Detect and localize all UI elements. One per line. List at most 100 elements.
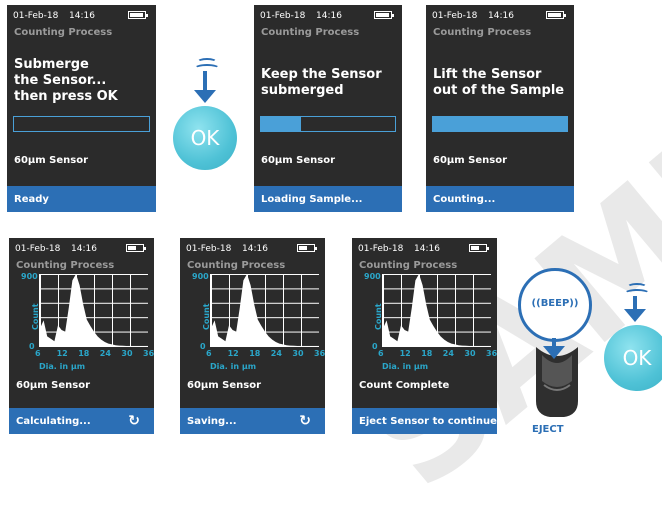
x-tick-label: 6 [206, 349, 212, 358]
screen-count-complete: 01-Feb-18 14:16 Counting Process 900 0 Count 6… [352, 238, 497, 434]
sensor-label: 60μm Sensor [16, 380, 91, 391]
status-bar: 01-Feb-18 14:16 [260, 9, 396, 23]
y-tick-label: 0 [372, 342, 378, 351]
beep-label: ((BEEP)) [531, 298, 579, 309]
refresh-icon: ↻ [299, 413, 311, 429]
x-tick-label: 36 [486, 349, 497, 358]
x-tick-label: 24 [99, 349, 111, 358]
screen-ready: 01-Feb-18 14:16 Counting Process Submerg… [7, 5, 156, 212]
screen-title: Counting Process [359, 260, 458, 271]
histogram-chart [210, 274, 319, 347]
eject-label: EJECT [532, 424, 564, 435]
x-tick-label: 12 [56, 349, 68, 358]
footer-bar: Counting... [426, 186, 574, 212]
x-tick-label: 12 [399, 349, 411, 358]
screen-calculating: 01-Feb-18 14:16 Counting Process 900 0 Count 6… [9, 238, 154, 434]
x-tick-label: 30 [464, 349, 476, 358]
instruction-line: Lift the Sensor [433, 67, 542, 82]
x-tick-label: 6 [35, 349, 41, 358]
screen-title: Counting Process [16, 260, 115, 271]
status-time: 14:16 [71, 244, 97, 254]
refresh-icon: ↻ [128, 413, 140, 429]
battery-icon [546, 11, 566, 19]
sensor-label: 60μm Sensor [433, 155, 508, 166]
status-bar: 01-Feb-18 14:16 [186, 242, 319, 256]
histogram-chart [39, 274, 148, 347]
status-bar: 01-Feb-18 14:16 [358, 242, 491, 256]
footer-status: Counting... [433, 194, 496, 205]
x-tick-label: 18 [421, 349, 433, 358]
histogram-area [383, 274, 470, 346]
status-bar: 01-Feb-18 14:16 [432, 9, 568, 23]
x-tick-label: 30 [121, 349, 133, 358]
status-date: 01-Feb-18 [260, 11, 306, 21]
x-axis-label: Dia. in μm [382, 362, 429, 371]
instruction-line: the Sensor... [14, 73, 107, 88]
footer-status: Saving... [187, 416, 237, 427]
x-tick-label: 36 [143, 349, 154, 358]
y-tick-label: 900 [192, 272, 209, 281]
ok-button-2[interactable]: OK [604, 325, 662, 391]
sensor-label: 60μm Sensor [187, 380, 262, 391]
instruction-line: Submerge [14, 57, 89, 72]
footer-bar: Ready [7, 186, 156, 212]
histogram-area [40, 274, 127, 346]
status-bar: 01-Feb-18 14:16 [13, 9, 150, 23]
footer-status: Calculating... [16, 416, 91, 427]
histogram-chart [382, 274, 491, 347]
status-bar: 01-Feb-18 14:16 [15, 242, 148, 256]
battery-icon [297, 244, 317, 252]
ok-label: OK [190, 126, 220, 150]
footer-status: Eject Sensor to continue [359, 416, 497, 427]
progress-bar [432, 116, 568, 132]
status-date: 01-Feb-18 [358, 244, 404, 254]
sensor-label: 60μm Sensor [261, 155, 336, 166]
status-date: 01-Feb-18 [186, 244, 232, 254]
status-date: 01-Feb-18 [13, 11, 59, 21]
status-date: 01-Feb-18 [15, 244, 61, 254]
status-time: 14:16 [242, 244, 268, 254]
x-tick-label: 12 [227, 349, 239, 358]
y-tick-label: 900 [21, 272, 38, 281]
x-tick-label: 30 [292, 349, 304, 358]
ok-label: OK [622, 346, 652, 370]
instruction-line: out of the Sample [433, 83, 565, 98]
sensor-label: 60μm Sensor [14, 155, 89, 166]
screen-saving: 01-Feb-18 14:16 Counting Process 900 0 Count 6… [180, 238, 325, 434]
instruction-line: Keep the Sensor [261, 67, 382, 82]
progress-bar [13, 116, 150, 132]
x-axis-label: Dia. in μm [39, 362, 86, 371]
footer-status: Ready [14, 194, 49, 205]
x-tick-label: 24 [442, 349, 454, 358]
status-time: 14:16 [69, 11, 95, 21]
y-tick-label: 0 [29, 342, 35, 351]
x-tick-label: 18 [249, 349, 261, 358]
progress-bar [260, 116, 396, 132]
x-tick-label: 36 [314, 349, 325, 358]
screen-title: Counting Process [14, 27, 113, 38]
sensor-label: Count Complete [359, 380, 450, 391]
status-time: 14:16 [316, 11, 342, 21]
footer-bar: Calculating... ↻ [9, 408, 154, 434]
x-tick-label: 6 [378, 349, 384, 358]
battery-icon [128, 11, 148, 19]
x-tick-label: 24 [270, 349, 282, 358]
y-tick-label: 0 [200, 342, 206, 351]
x-axis-label: Dia. in μm [210, 362, 257, 371]
screen-title: Counting Process [187, 260, 286, 271]
footer-bar: Eject Sensor to continue [352, 408, 497, 434]
battery-icon [126, 244, 146, 252]
footer-status: Loading Sample... [261, 194, 363, 205]
instruction-line: submerged [261, 83, 344, 98]
status-time: 14:16 [488, 11, 514, 21]
ok-button[interactable]: OK [173, 106, 237, 170]
battery-icon [469, 244, 489, 252]
screen-title: Counting Process [261, 27, 360, 38]
beep-indicator: ((BEEP)) [518, 268, 592, 342]
battery-icon [374, 11, 394, 19]
instruction-line: then press OK [14, 89, 118, 104]
screen-counting: 01-Feb-18 14:16 Counting Process Lift th… [426, 5, 574, 212]
screen-loading: 01-Feb-18 14:16 Counting Process Keep th… [254, 5, 402, 212]
x-tick-label: 18 [78, 349, 90, 358]
footer-bar: Saving... ↻ [180, 408, 325, 434]
